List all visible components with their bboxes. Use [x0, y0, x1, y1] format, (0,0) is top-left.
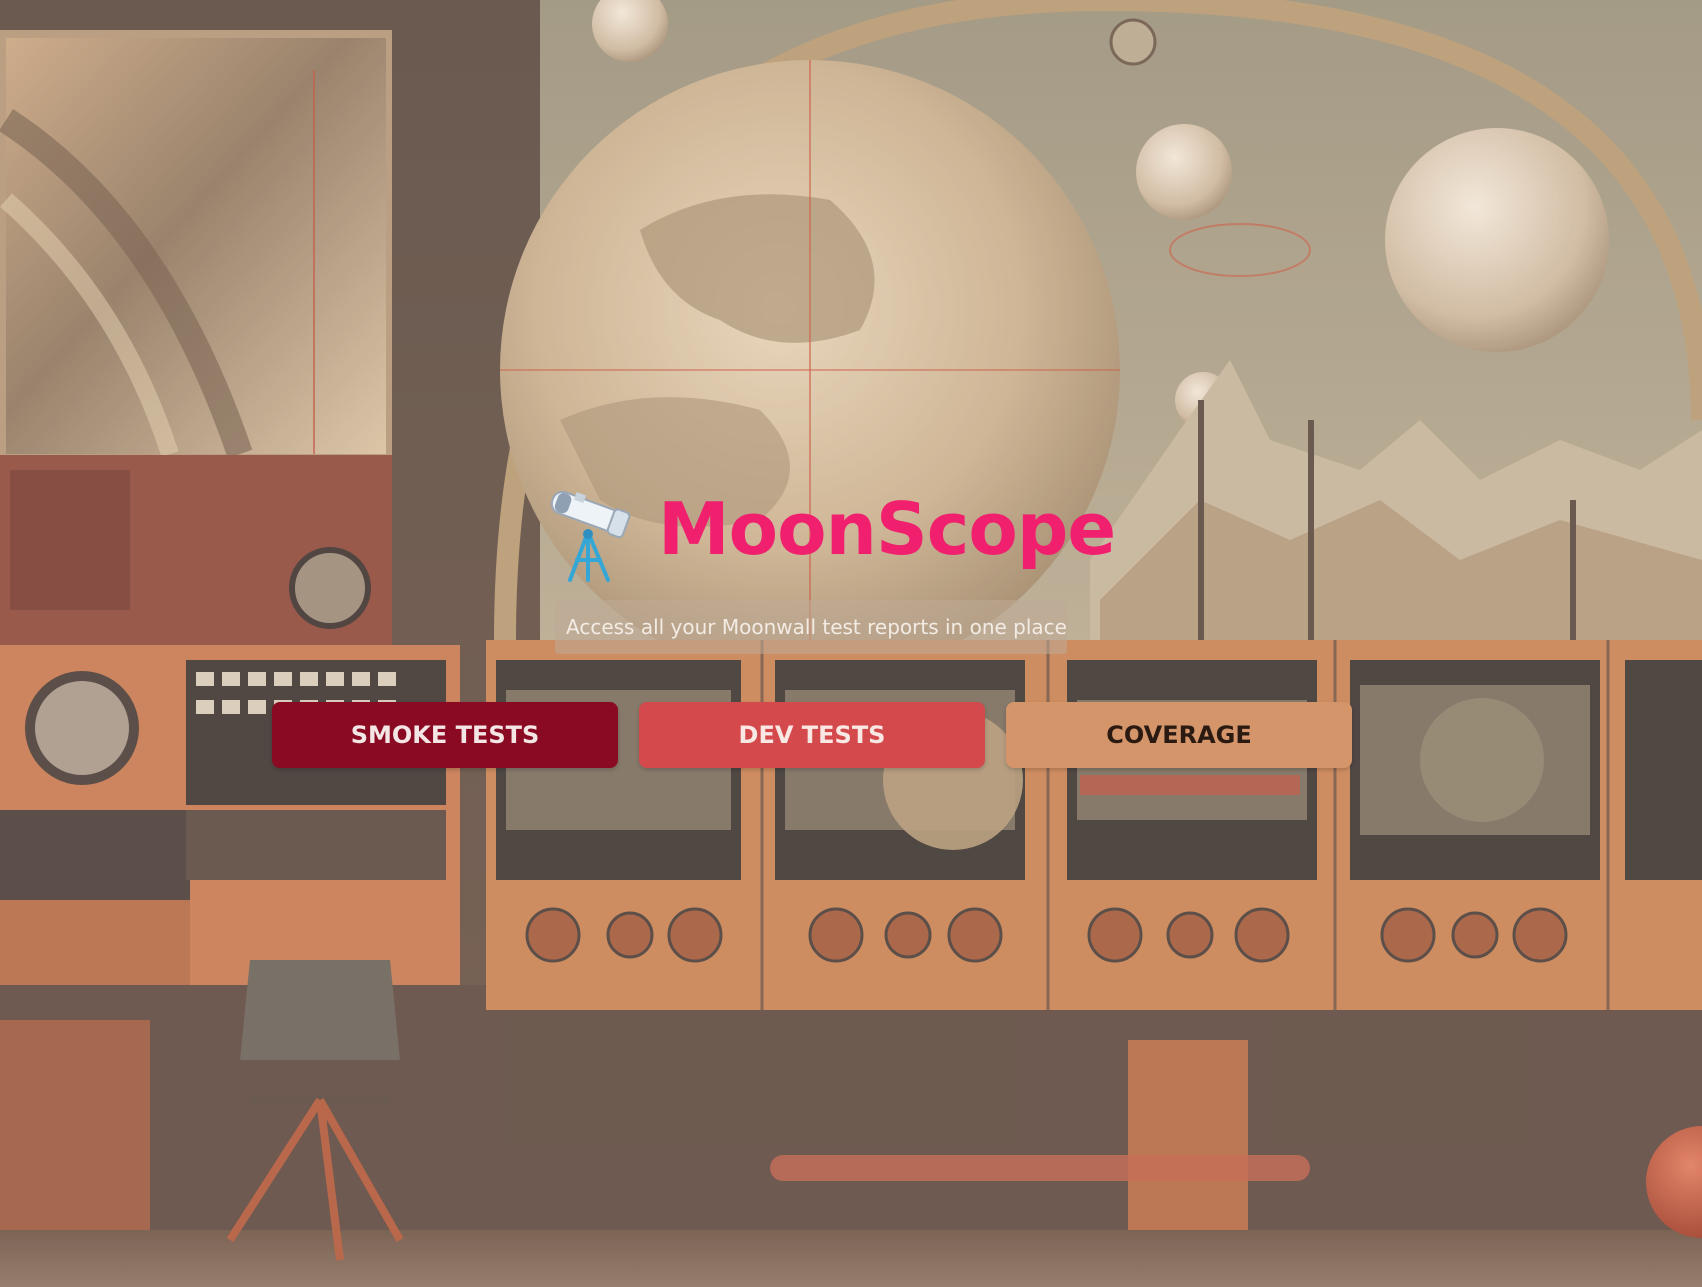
tagline: Access all your Moonwall test reports in… [555, 600, 1067, 654]
page-title: MoonScope [658, 487, 1116, 571]
hero-section: MoonScope Access all your Moonwall test … [0, 480, 1702, 780]
smoke-tests-button[interactable]: SMOKE TESTS [272, 702, 618, 768]
title-row: MoonScope [540, 480, 1116, 590]
dev-tests-button[interactable]: DEV TESTS [639, 702, 985, 768]
coverage-button[interactable]: COVERAGE [1006, 702, 1352, 768]
telescope-icon [550, 490, 631, 582]
landing-page: MoonScope Access all your Moonwall test … [0, 0, 1702, 1287]
